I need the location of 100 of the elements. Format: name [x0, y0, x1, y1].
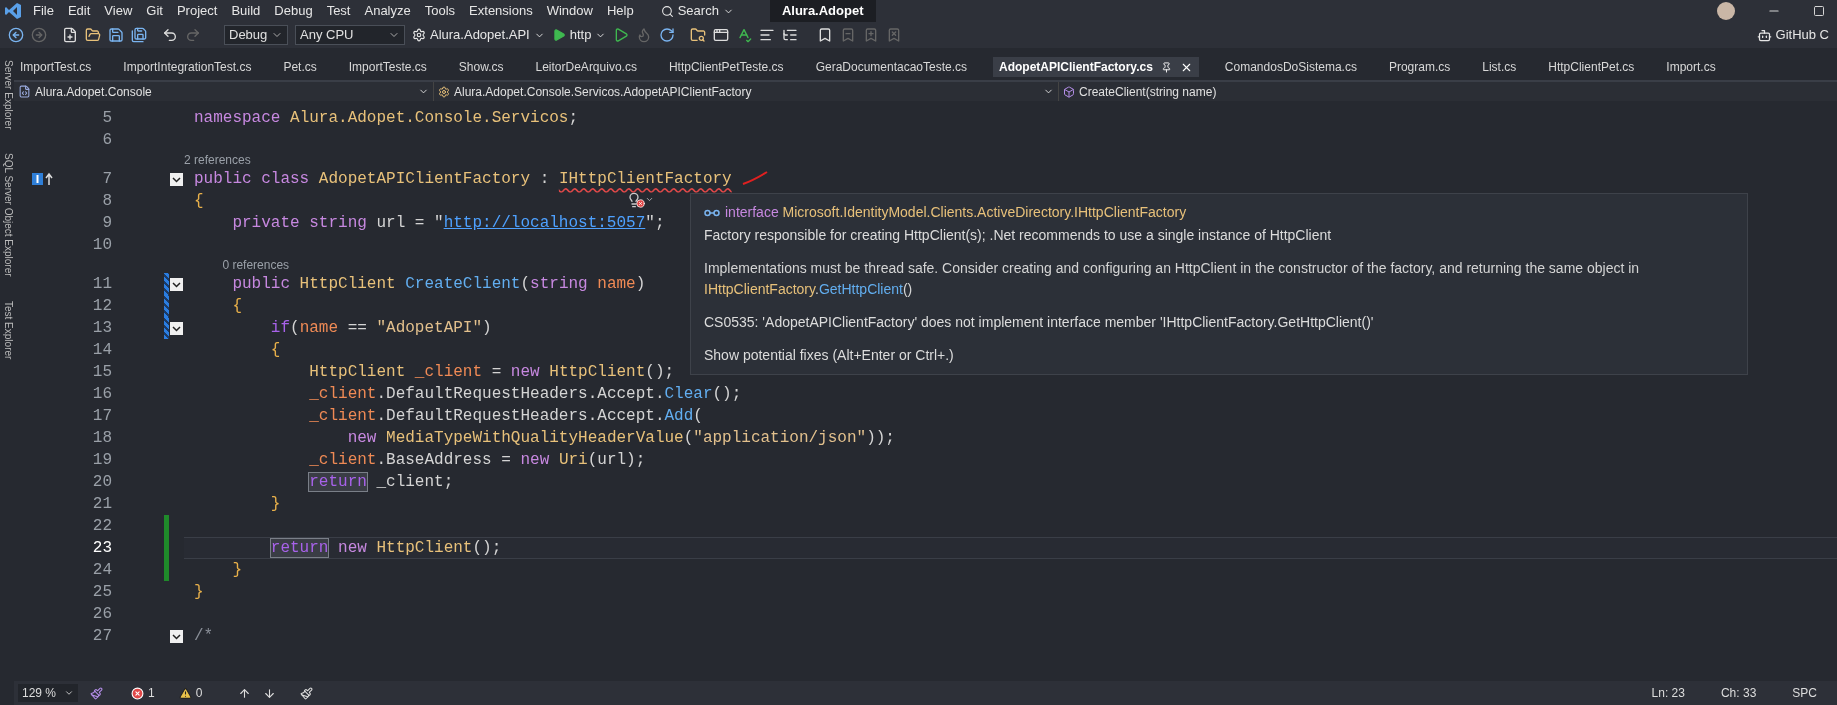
line-number: 11 — [91, 274, 112, 295]
menu-item[interactable]: Help — [599, 1, 641, 21]
avatar-icon[interactable] — [1717, 2, 1735, 20]
file-tab[interactable]: HttpClientPetTeste.cs — [662, 57, 790, 77]
side-panel-tab[interactable]: Test Explorer — [0, 301, 14, 360]
code-line: } — [269, 494, 281, 515]
menu-item[interactable]: Window — [539, 1, 600, 21]
code-line: _client.BaseAddress = new Uri(url); — [308, 450, 646, 471]
maximize-icon[interactable] — [1813, 5, 1825, 17]
file-tab[interactable]: AdopetAPIClientFactory.cs — [993, 57, 1199, 77]
file-tab[interactable]: Import.cs — [1660, 57, 1722, 77]
undo-icon[interactable] — [162, 27, 178, 43]
code-line: } — [231, 560, 242, 581]
pin-icon[interactable] — [1160, 61, 1172, 73]
code-line: namespace Alura.Adopet.Console.Servicos; — [194, 108, 579, 129]
side-panel-tab[interactable]: Server Explorer — [0, 60, 14, 130]
warning-count[interactable]: 0 — [178, 684, 203, 702]
column-indicator[interactable]: Ch: 33 — [1720, 684, 1757, 702]
next-issue-icon[interactable] — [263, 686, 277, 700]
line-number: 21 — [91, 494, 112, 515]
code-cleanup-icon[interactable] — [300, 686, 314, 700]
play-icon — [551, 28, 566, 42]
line-number: 16 — [91, 384, 112, 405]
error-count[interactable]: 1 — [131, 684, 155, 702]
project-dropdown[interactable]: Alura.Adopet.Console — [14, 82, 434, 101]
menu-item[interactable]: Tools — [417, 1, 463, 21]
code-line: return new HttpClient(); — [269, 538, 502, 559]
file-tab[interactable]: Program.cs — [1382, 57, 1457, 77]
save-all-icon[interactable] — [131, 27, 147, 43]
file-tab[interactable]: ComandosDoSistema.cs — [1218, 57, 1363, 77]
menu-item[interactable]: Project — [169, 1, 225, 21]
search-box[interactable]: Search — [656, 1, 738, 21]
menu-item[interactable]: Analyze — [357, 1, 418, 21]
file-tab[interactable]: ImportTest.cs — [14, 57, 98, 77]
member-dropdown[interactable]: CreateClient(string name) — [1059, 82, 1837, 101]
implements-icon[interactable] — [32, 172, 54, 186]
uncomment-lines-icon[interactable] — [782, 27, 799, 43]
interface-icon — [704, 207, 720, 218]
refresh-icon[interactable] — [659, 27, 676, 43]
menu-item[interactable]: Test — [319, 1, 358, 21]
configuration-dropdown[interactable]: Debug — [224, 25, 288, 45]
file-tab[interactable]: Show.cs — [452, 57, 510, 77]
type-dropdown[interactable]: Alura.Adopet.Console.Servicos.AdopetAPIClientFactory — [434, 82, 1059, 101]
references-lens[interactable]: 2 references — [184, 150, 251, 169]
file-tab[interactable]: LeitorDeArquivo.cs — [529, 57, 643, 77]
menu-item[interactable]: Debug — [267, 1, 320, 21]
line-number: 10 — [91, 235, 112, 256]
file-tab[interactable]: Pet.cs — [277, 57, 323, 77]
whitespace-indicator[interactable]: SPC — [1792, 684, 1817, 702]
menu-item[interactable]: Extensions — [462, 1, 540, 21]
zoom-dropdown[interactable]: 129 % — [18, 684, 78, 702]
new-file-icon[interactable] — [62, 27, 78, 43]
show-fixes-link[interactable]: Show potential fixes (Alt+Enter or Ctrl+.) — [704, 345, 1734, 366]
collapse-icon[interactable] — [170, 277, 183, 291]
collapse-icon[interactable] — [170, 321, 183, 335]
file-tab[interactable]: List.cs — [1476, 57, 1523, 77]
code-line: HttpClient _client = new HttpClient(); — [308, 362, 675, 383]
previous-issue-icon[interactable] — [238, 686, 252, 700]
back-icon[interactable] — [8, 27, 24, 43]
folder-search-icon[interactable] — [690, 27, 707, 43]
line-number: 15 — [91, 362, 112, 383]
platform-dropdown[interactable]: Any CPU — [295, 25, 405, 45]
caret-icon — [64, 688, 74, 698]
file-tab[interactable]: GeraDocumentacaoTeste.cs — [809, 57, 974, 77]
gear-icon — [412, 28, 426, 42]
code-line: { — [194, 191, 204, 212]
error-message: CS0535: 'AdopetAPIClientFactory' does not implement interface member 'IHttpClientFactory.GetHttpClient()' — [704, 313, 1375, 332]
comment-lines-icon[interactable] — [759, 27, 776, 43]
line-indicator[interactable]: Ln: 23 — [1651, 684, 1685, 702]
menu-item[interactable]: Edit — [60, 1, 98, 21]
brush-icon[interactable] — [90, 686, 103, 700]
file-tab[interactable]: ImportTeste.cs — [342, 57, 433, 77]
run-button[interactable]: http — [551, 25, 607, 45]
run-outline-icon[interactable] — [613, 27, 630, 43]
window-icon[interactable] — [713, 27, 730, 43]
line-number: 12 — [91, 296, 112, 317]
collapse-icon[interactable] — [170, 172, 183, 186]
file-tab[interactable]: ImportIntegrationTest.cs — [117, 57, 258, 77]
remarks-text: Implementations must be thread safe. Consider creating and configuring an HttpClient in the constructor of the factory, and returning the same object in IHttpClientFactory.GetHttpClient() — [704, 259, 1641, 299]
error-icon — [131, 686, 144, 700]
collapse-icon[interactable] — [170, 629, 183, 643]
lightbulb-error-icon[interactable] — [626, 191, 654, 208]
line-number: 20 — [91, 472, 112, 493]
menu-item[interactable]: Build — [224, 1, 268, 21]
line-number: 14 — [91, 340, 112, 361]
warning-icon — [178, 686, 192, 700]
side-panel-tab[interactable]: SQL Server Object Explorer — [0, 153, 14, 278]
menu-item[interactable]: File — [26, 1, 61, 21]
search-icon — [660, 4, 674, 18]
spell-check-icon[interactable] — [736, 27, 753, 43]
menu-item[interactable]: Git — [139, 1, 170, 21]
menu-item[interactable]: View — [97, 1, 140, 21]
code-line: } — [194, 582, 204, 603]
line-number: 5 — [101, 108, 112, 129]
open-folder-icon[interactable] — [85, 27, 101, 43]
references-lens[interactable]: 0 references — [222, 255, 290, 274]
save-icon[interactable] — [108, 27, 124, 43]
startup-project-dropdown[interactable]: Alura.Adopet.API — [412, 25, 545, 45]
file-tab[interactable]: HttpClientPet.cs — [1542, 57, 1641, 77]
copilot-button[interactable]: GitHub C — [1756, 25, 1829, 45]
